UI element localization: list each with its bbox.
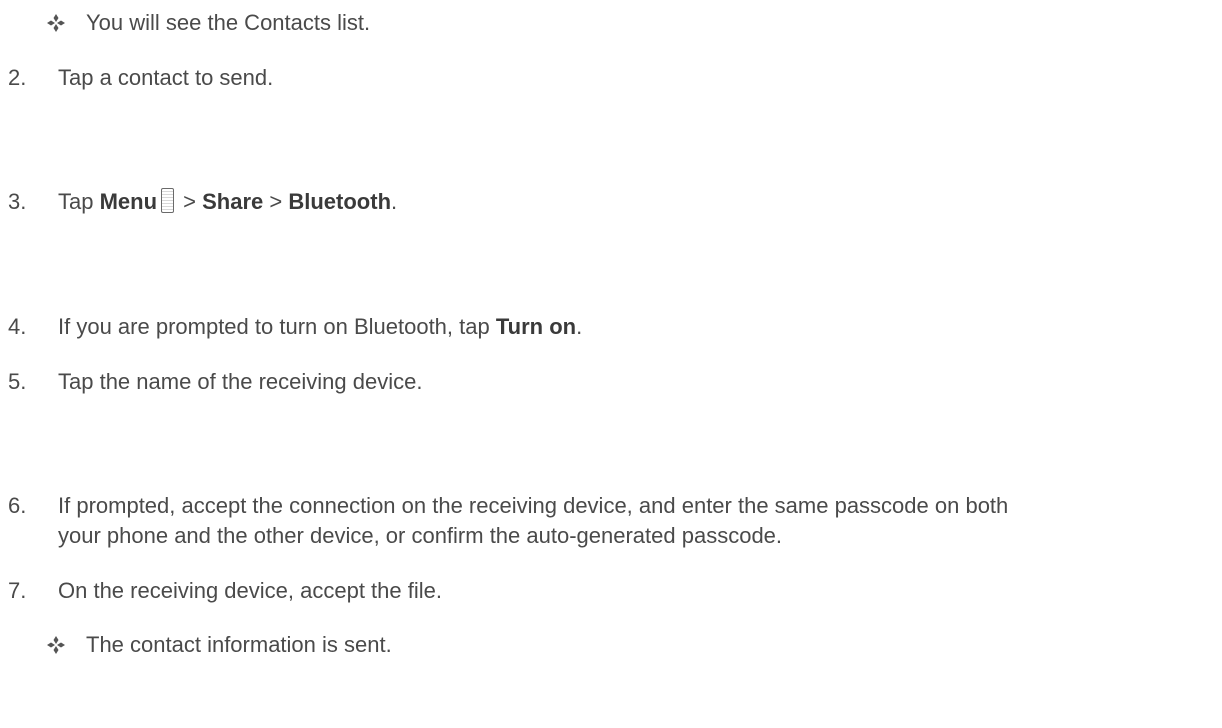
- sub-item-contacts-list: You will see the Contacts list.: [86, 10, 371, 35]
- step-2-text: Tap a contact to send.: [58, 65, 274, 90]
- step-3-sep2: >: [263, 189, 289, 214]
- step-4-end: .: [576, 314, 583, 339]
- step-3-end: .: [391, 189, 398, 214]
- step-4-number: 4.: [8, 314, 27, 339]
- diamond-bullet-icon: [46, 13, 66, 33]
- phone-menu-icon: [161, 188, 175, 213]
- step-4-text-main: If you are prompted to turn on Bluetooth…: [58, 314, 496, 339]
- step-3-sep1: >: [177, 189, 203, 214]
- step-4-turn-on: Turn on: [495, 314, 577, 339]
- step-7-number: 7.: [8, 578, 27, 603]
- step-7-text: On the receiving device, accept the file…: [58, 578, 442, 603]
- diamond-bullet-icon: [46, 635, 66, 655]
- step-2-number: 2.: [8, 65, 27, 90]
- step-6-text-line1: If prompted, accept the connection on th…: [58, 493, 1009, 518]
- sub-item-contact-sent: The contact information is sent.: [86, 632, 392, 657]
- step-5-number: 5.: [8, 369, 27, 394]
- step-6-text-line2: your phone and the other device, or conf…: [58, 523, 783, 548]
- step-3-menu: Menu: [99, 189, 158, 214]
- step-3-number: 3.: [8, 189, 27, 214]
- step-4-text: If you are prompted to turn on Bluetooth…: [58, 312, 582, 342]
- step-5-text: Tap the name of the receiving device.: [58, 369, 423, 394]
- step-3-text: Tap Menu > Share > Bluetooth.: [58, 187, 397, 217]
- step-3-share: Share: [202, 189, 264, 214]
- step-3-tap: Tap: [58, 189, 100, 214]
- step-6-number: 6.: [8, 493, 27, 518]
- step-3-bluetooth: Bluetooth: [288, 189, 392, 214]
